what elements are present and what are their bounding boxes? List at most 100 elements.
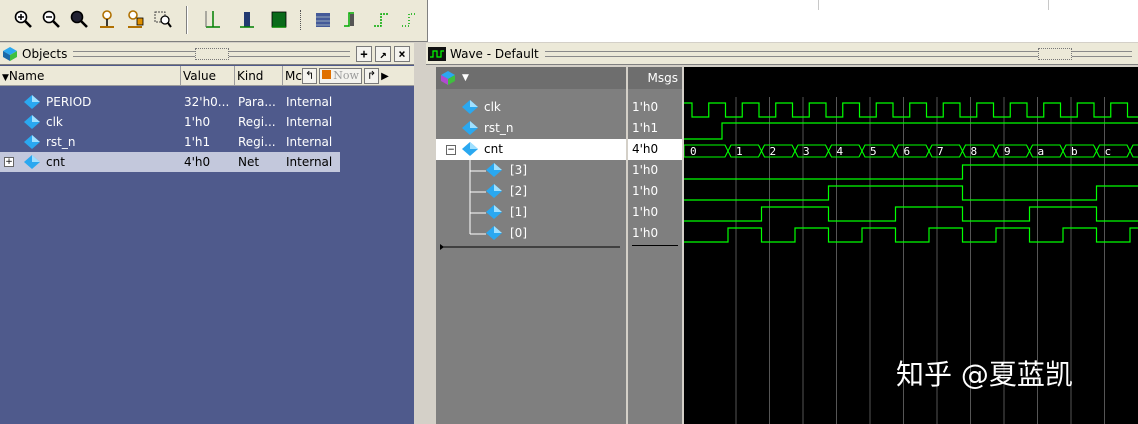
forward-arrow-icon[interactable]: ↱ (363, 68, 380, 84)
sort-arrow-icon: ▼ (2, 73, 9, 83)
cnt-bus-segment (861, 144, 897, 158)
stop-icon (322, 70, 332, 79)
cnt-bus-value-0: 0 (690, 145, 697, 158)
cnt-bus-value-8: 8 (971, 145, 978, 158)
now-button[interactable]: Now (319, 68, 362, 84)
dropdown-arrow-icon[interactable]: ▼ (462, 67, 469, 89)
objects-panel: Objects + ↗ × ▼Name Value Kind Mc ↰ Now … (0, 43, 414, 424)
signal-diamond-icon (462, 142, 478, 156)
signal-diamond-icon (486, 184, 502, 198)
object-row-cnt[interactable]: + cnt 4'h0 Net Internal (0, 152, 340, 172)
edge-last-icon[interactable] (398, 8, 420, 30)
edge-next-icon[interactable] (370, 8, 392, 30)
value-cnt-bit1: 1'h0 (632, 205, 659, 219)
panel-grip[interactable] (73, 47, 350, 60)
column-value[interactable]: Value (181, 66, 235, 86)
cnt-bus-value-7: 7 (937, 145, 944, 158)
collapse-icon[interactable]: − (446, 145, 456, 155)
zoom-in-icon[interactable] (12, 8, 34, 30)
wave-fill-icon[interactable] (312, 8, 334, 30)
msgs-header[interactable]: Msgs (628, 67, 682, 89)
wave-row-cnt-bit3[interactable]: [3] (436, 160, 626, 181)
names-header[interactable]: ▼ (436, 67, 626, 89)
cnt-bus-value-4: 4 (837, 145, 844, 158)
objects-column-header: ▼Name Value Kind Mc ↰ Now ↱ ▶ (0, 66, 414, 86)
objects-titlebar[interactable]: Objects + ↗ × (0, 43, 414, 65)
panel-grip[interactable] (544, 47, 1132, 60)
object-row-rst-n[interactable]: rst_n 1'h1 Regi... Internal (0, 132, 340, 152)
wave-signal-names: ▼ clk rst_n − cnt [3] [2] [1] [0] (436, 67, 626, 424)
cnt-bit0-waveform (684, 227, 1138, 243)
back-arrow-icon[interactable]: ↰ (302, 68, 318, 84)
value-cnt-bit0: 1'h0 (632, 226, 659, 240)
cnt-bus-segment (827, 144, 863, 158)
object-row-clk[interactable]: clk 1'h0 Regi... Internal (0, 112, 340, 132)
signal-diamond-icon (486, 163, 502, 177)
cnt-bus-value-b: b (1071, 145, 1078, 158)
cnt-bus-segment (1129, 144, 1138, 158)
signal-add-icon (441, 71, 455, 85)
zoom-cursor-icon[interactable] (96, 8, 118, 30)
cnt-bus-value-a: a (1038, 145, 1045, 158)
toolbar-separator (186, 6, 188, 34)
insert-cursor-icon[interactable] (202, 8, 224, 30)
clk-waveform (684, 102, 1138, 118)
wave-panel: Wave - Default ▼ clk rst_n − cnt [3] [2]… (426, 43, 1138, 424)
value-clk: 1'h0 (632, 100, 659, 114)
cnt-bus-segment (894, 144, 930, 158)
cnt-bit3-waveform (684, 164, 1138, 180)
column-name[interactable]: ▼Name (0, 66, 181, 86)
cnt-bus-segment (760, 144, 796, 158)
column-kind[interactable]: Kind (235, 66, 283, 86)
column-mode[interactable]: Mc (283, 66, 303, 86)
wave-row-cnt-bit0[interactable]: [0] (436, 223, 626, 244)
signal-diamond-icon (24, 95, 40, 109)
toolbar-separator (300, 10, 302, 30)
close-icon[interactable]: × (394, 45, 410, 62)
zoom-full-icon[interactable] (68, 8, 90, 30)
wave-row-rst-n[interactable]: rst_n (436, 118, 626, 139)
cnt-bus-value-6: 6 (904, 145, 911, 158)
wave-titlebar[interactable]: Wave - Default (426, 43, 1138, 65)
value-cnt-bit2: 1'h0 (632, 184, 659, 198)
wave-row-clk[interactable]: clk (436, 97, 626, 118)
signal-diamond-icon (24, 135, 40, 149)
objects-title: Objects (22, 46, 68, 61)
cnt-bus-segment (995, 144, 1031, 158)
cnt-bus-segment (961, 144, 997, 158)
wave-block-icon[interactable] (268, 8, 290, 30)
toolbar-empty-area (428, 0, 1138, 42)
wave-title: Wave - Default (450, 46, 539, 61)
cnt-bus-value-1: 1 (736, 145, 743, 158)
wave-toolbar (0, 0, 428, 42)
cnt-bus-value-5: 5 (870, 145, 877, 158)
delete-cursor-icon[interactable] (236, 8, 258, 30)
cnt-bus-segment (1062, 144, 1098, 158)
wave-row-cnt-bit2[interactable]: [2] (436, 181, 626, 202)
wave-values-column: Msgs 1'h0 1'h1 4'h0 1'h0 1'h0 1'h0 1'h0 (628, 67, 682, 424)
object-row-period[interactable]: PERIOD 32'h0... Para... Internal (0, 92, 340, 112)
undock-icon[interactable]: ↗ (375, 45, 391, 62)
zoom-out-icon[interactable] (40, 8, 62, 30)
cnt-bus-value-9: 9 (1004, 145, 1011, 158)
cnt-bus-value-2: 2 (770, 145, 777, 158)
zoom-region-icon[interactable] (152, 8, 174, 30)
value-cnt-bit3: 1'h0 (632, 163, 659, 177)
cnt-bit1-waveform (684, 206, 1138, 222)
cnt-bus-segment (1095, 144, 1131, 158)
cnt-bus-segment (1028, 144, 1064, 158)
watermark-text: 知乎 @夏蓝凯 (896, 358, 1073, 391)
edge-rising-icon[interactable] (340, 8, 362, 30)
objects-icon (3, 46, 17, 61)
signal-diamond-icon (486, 226, 502, 240)
signal-diamond-icon (24, 115, 40, 129)
zoom-cursors-icon[interactable] (124, 8, 146, 30)
scroll-right-icon[interactable]: ▶ (381, 71, 389, 82)
value-cnt: 4'h0 (628, 139, 682, 160)
add-icon[interactable]: + (356, 45, 372, 62)
wave-row-cnt-bit1[interactable]: [1] (436, 202, 626, 223)
wave-row-cnt[interactable]: − cnt (436, 139, 626, 160)
cnt-bus-value-c: c (1105, 145, 1112, 158)
expand-icon[interactable]: + (4, 157, 14, 167)
signal-diamond-icon (462, 121, 478, 135)
